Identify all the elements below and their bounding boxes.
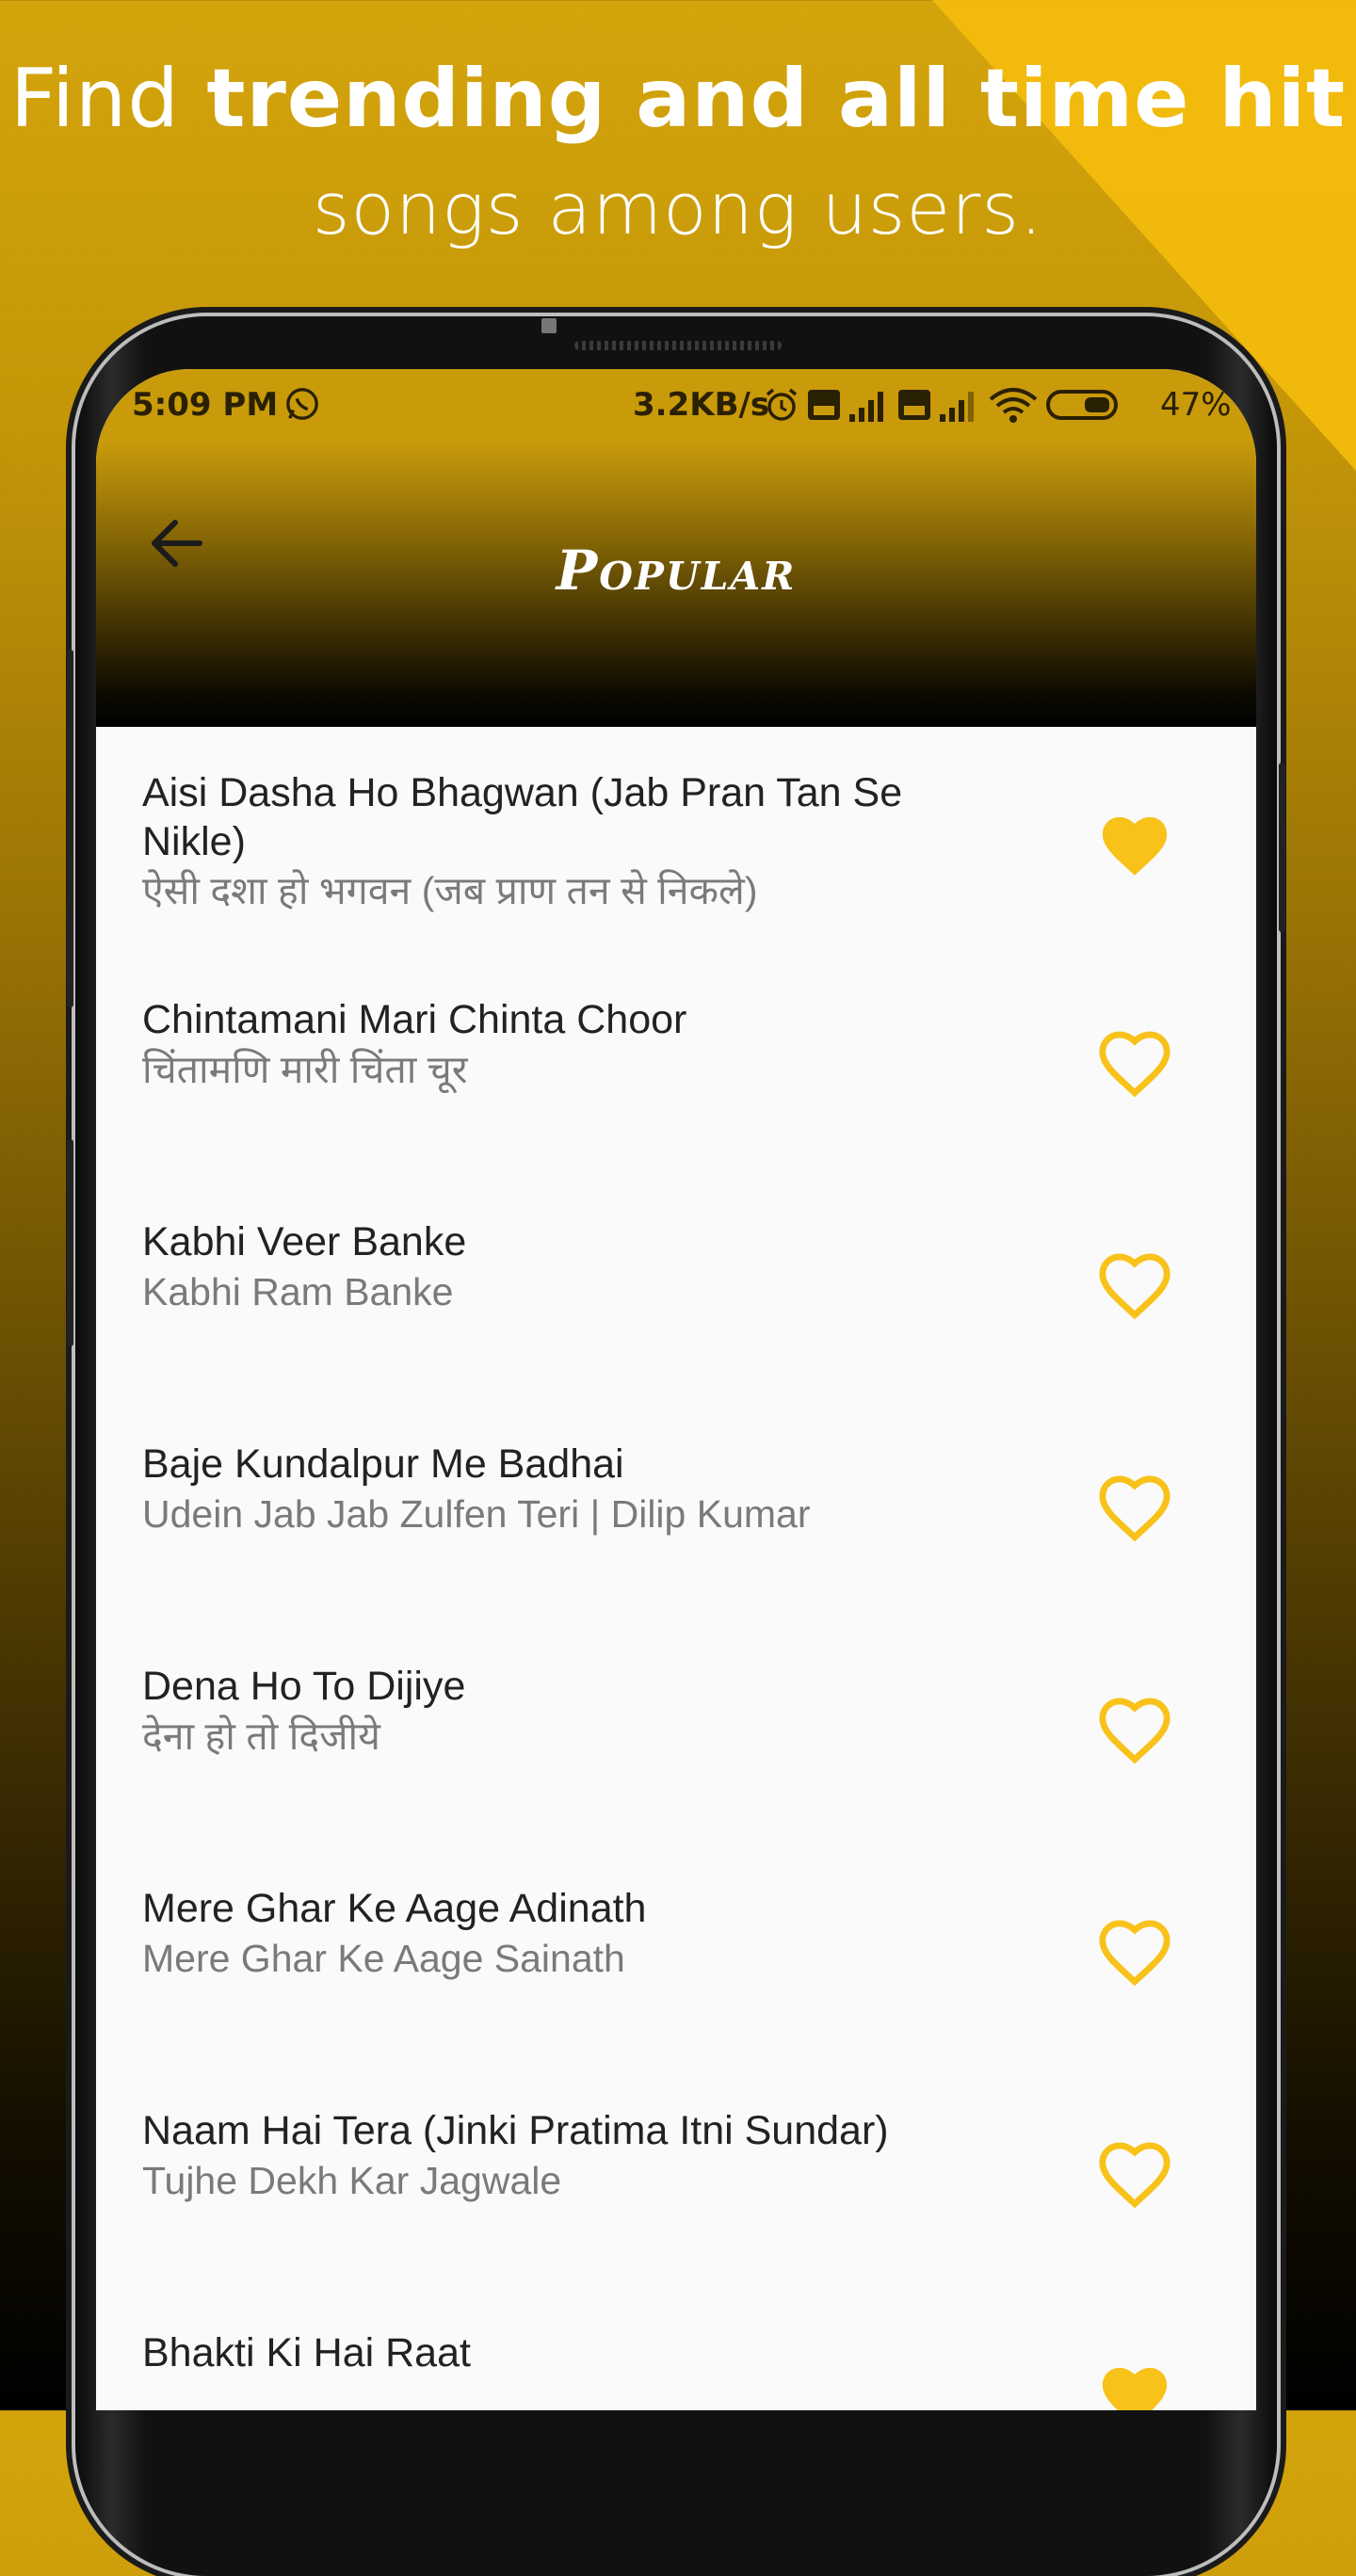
heart-outline-icon[interactable] — [1096, 1248, 1173, 1325]
signal-icon — [849, 392, 883, 422]
phone-screen: 5:09 PM 3.2KB/s 47% Popular Aisi Dasha H… — [96, 369, 1256, 2410]
song-list-item[interactable]: Naam Hai Tera (Jinki Pratima Itni Sundar… — [96, 2083, 1256, 2305]
song-list-item[interactable]: Dena Ho To Dijiye देना हो तो दिजीये — [96, 1638, 1256, 1860]
heart-outline-icon[interactable] — [1096, 1692, 1173, 1769]
song-title: Baje Kundalpur Me Badhai — [142, 1441, 624, 1487]
promo-headline-line1: Find trending and all time hit — [0, 47, 1356, 151]
song-list-item[interactable]: Baje Kundalpur Me Badhai Udein Jab Jab Zu… — [96, 1416, 1256, 1638]
status-time: 5:09 PM — [132, 386, 279, 424]
song-subtitle: Mere Ghar Ke Aage Sainath — [142, 1937, 625, 1980]
network-speed: 3.2KB/s — [633, 386, 770, 424]
song-list: Aisi Dasha Ho Bhagwan (Jab Pran Tan Se N… — [96, 727, 1256, 2410]
song-list-item[interactable]: Mere Ghar Ke Aage Adinath Mere Ghar Ke Aa… — [96, 1860, 1256, 2083]
app-bar: Popular — [96, 444, 1256, 727]
battery-percent: 47% — [1160, 386, 1232, 424]
song-subtitle: Tujhe Dekh Kar Jagwale — [142, 2159, 562, 2202]
front-camera — [541, 318, 557, 333]
alarm-icon — [766, 388, 798, 421]
heart-outline-icon[interactable] — [1096, 1025, 1173, 1103]
status-icons — [763, 384, 1122, 426]
song-title: Chintamani Mari Chinta Choor — [142, 997, 687, 1042]
song-subtitle: Udein Jab Jab Zulfen Teri | Dilip Kumar — [142, 1492, 811, 1536]
song-title: Mere Ghar Ke Aage Adinath — [142, 1886, 647, 1931]
promo-headline-line2: songs among users. — [312, 167, 1044, 250]
volte-icon — [808, 390, 840, 420]
song-list-item[interactable]: Aisi Dasha Ho Bhagwan (Jab Pran Tan Se N… — [96, 727, 1256, 972]
phone-button-left-2 — [67, 1139, 73, 1346]
song-title: Dena Ho To Dijiye — [142, 1664, 466, 1709]
song-subtitle: चिंतामणि मारी चिंता चूर — [142, 1048, 468, 1091]
heart-outline-icon[interactable] — [1096, 1470, 1173, 1547]
song-title: Bhakti Ki Hai Raat — [142, 2330, 471, 2375]
heart-filled-icon[interactable] — [1096, 808, 1173, 885]
song-title: Kabhi Veer Banke — [142, 1219, 467, 1264]
status-bar: 5:09 PM 3.2KB/s 47% — [96, 369, 1256, 444]
page-title: Popular — [556, 539, 797, 603]
song-list-item[interactable]: Kabhi Veer Banke Kabhi Ram Banke — [96, 1194, 1256, 1416]
song-subtitle: देना हो तो दिजीये — [142, 1715, 380, 1758]
promo-headline-light: Find — [9, 52, 207, 146]
song-subtitle: ऐसी दशा हो भगवन (जब प्राण तन से निकले) — [142, 869, 758, 912]
song-title: Aisi Dasha Ho Bhagwan (Jab Pran Tan Se N… — [142, 770, 903, 864]
signal-icon — [940, 392, 974, 422]
volte-icon — [898, 390, 930, 420]
song-list-item[interactable]: Chintamani Mari Chinta Choor चिंतामणि मार… — [96, 972, 1256, 1194]
earpiece-speaker — [574, 341, 782, 350]
heart-outline-icon[interactable] — [1096, 1914, 1173, 1991]
wifi-icon — [989, 388, 1038, 423]
song-subtitle: Kabhi Ram Banke — [142, 1270, 454, 1313]
whatsapp-icon — [286, 388, 318, 420]
heart-filled-icon[interactable] — [1096, 2359, 1173, 2410]
song-title: Naam Hai Tera (Jinki Pratima Itni Sundar… — [142, 2108, 889, 2153]
phone-button-left-1 — [67, 650, 73, 1007]
phone-button-right — [1279, 763, 1285, 932]
promo-headline-bold: trending and all time hit — [206, 52, 1347, 146]
heart-outline-icon[interactable] — [1096, 2136, 1173, 2214]
song-list-item[interactable]: Bhakti Ki Hai Raat — [96, 2305, 1256, 2410]
battery-icon — [1046, 390, 1118, 420]
